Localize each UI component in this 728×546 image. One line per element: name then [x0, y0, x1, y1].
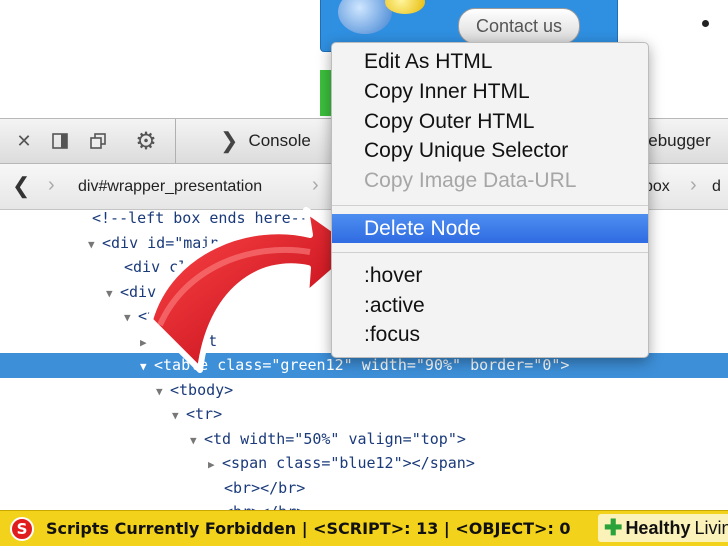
menu-item-copy-outer-html[interactable]: Copy Outer HTML — [332, 107, 648, 136]
console-chevron-icon: ❯ — [220, 128, 239, 153]
menu-item-edit-as-html[interactable]: Edit As HTML — [332, 47, 648, 76]
menu-divider — [332, 205, 648, 206]
twisty-expanded-icon[interactable]: ▼ — [190, 428, 204, 453]
menu-item-copy-inner-html[interactable]: Copy Inner HTML — [332, 77, 648, 106]
context-menu: Edit As HTML Copy Inner HTML Copy Outer … — [331, 42, 649, 358]
menu-item-active[interactable]: :active — [332, 291, 648, 320]
markup-node-text: <br></br> — [224, 478, 306, 497]
noscript-icon[interactable]: S — [10, 517, 34, 541]
plus-icon: ✚ — [604, 515, 623, 540]
popout-icon[interactable] — [86, 129, 110, 153]
healthy-living-watermark: ✚ Healthy Living — [598, 514, 728, 542]
watermark-part2: Living — [694, 517, 728, 538]
markup-node[interactable]: ▼ <tr> — [0, 402, 728, 427]
tab-console[interactable]: ❯ Console — [220, 127, 311, 155]
markup-node[interactable]: <br></br> — [0, 476, 728, 501]
menu-item-focus[interactable]: :focus — [332, 320, 648, 349]
breadcrumb-item-d[interactable]: d — [712, 178, 721, 196]
menu-item-copy-image-data-url: Copy Image Data-URL — [364, 169, 577, 192]
tab-console-label: Console — [248, 131, 311, 150]
menu-item-copy-unique-selector[interactable]: Copy Unique Selector — [332, 136, 648, 165]
breadcrumb-separator: › — [312, 174, 319, 196]
status-text: Scripts Currently Forbidden | <SCRIPT>: … — [46, 519, 571, 538]
menu-item-hover[interactable]: :hover — [332, 261, 648, 290]
gear-icon[interactable]: ⚙ — [134, 128, 158, 155]
markup-node[interactable]: ▼ <td width="50%" valign="top"> — [0, 427, 728, 452]
breadcrumb-item-wrapper[interactable]: div#wrapper_presentation — [78, 178, 262, 196]
markup-node-text: <td width="50%" valign="top"> — [204, 429, 466, 448]
dock-icon[interactable] — [48, 129, 72, 153]
back-chevron-icon[interactable]: ❮ — [12, 173, 30, 199]
menu-divider — [332, 252, 648, 253]
contact-us-button[interactable]: Contact us — [458, 8, 580, 44]
bullet-point — [702, 20, 709, 27]
markup-node-text: <span class="blue12"></span> — [222, 454, 475, 472]
watermark-part1: Healthy — [625, 517, 691, 538]
close-icon[interactable]: ✕ — [12, 129, 36, 153]
twisty-expanded-icon[interactable]: ▼ — [88, 232, 102, 257]
menu-item-delete-node[interactable]: Delete Node — [332, 214, 648, 243]
twisty-expanded-icon[interactable]: ▼ — [172, 403, 186, 428]
breadcrumb-separator: › — [48, 174, 55, 196]
toolbar-separator — [175, 119, 176, 163]
twisty-collapsed-icon[interactable]: ▶ — [208, 452, 222, 477]
markup-node[interactable]: ▶ <span class="blue12"></span> — [0, 451, 728, 476]
breadcrumb-separator: › — [690, 174, 697, 196]
markup-node-text: <tr> — [186, 405, 223, 423]
